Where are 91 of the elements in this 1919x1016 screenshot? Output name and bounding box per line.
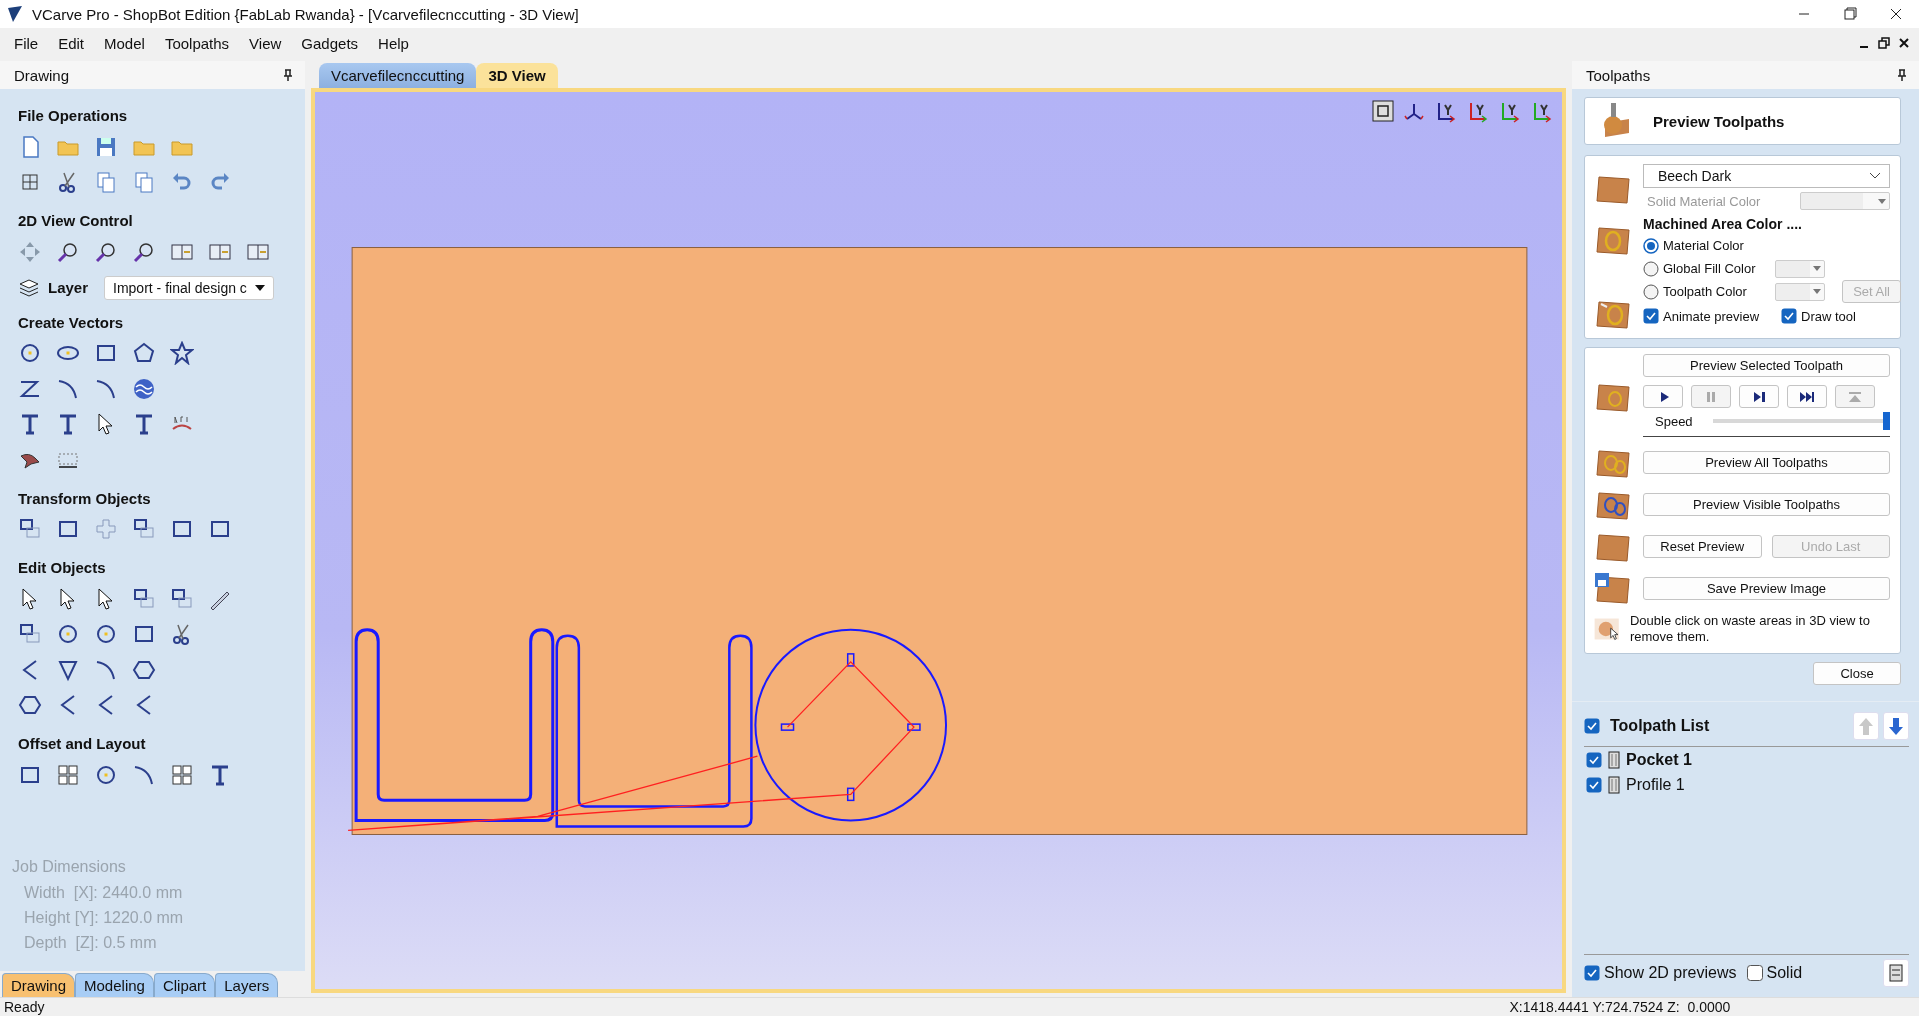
preview-selected-button[interactable]: Preview Selected Toolpath: [1643, 354, 1890, 377]
squares-icon[interactable]: [132, 586, 156, 611]
dropdown-arrow-icon: [1813, 266, 1821, 271]
layer-label: Layer: [48, 279, 89, 296]
section-title: Edit Objects: [18, 559, 107, 576]
radio-label[interactable]: Toolpath Color: [1663, 284, 1747, 299]
wave-icon[interactable]: [132, 376, 156, 401]
preview-visible-button[interactable]: Preview Visible Toolpaths: [1643, 492, 1890, 516]
document-button[interactable]: [1883, 959, 1909, 987]
hint-text: Double click on waste areas in 3D view to remove them.: [1630, 613, 1871, 645]
radio-button[interactable]: [1643, 237, 1659, 254]
status-text: Ready: [4, 999, 45, 1015]
radio-button[interactable]: [1643, 283, 1659, 300]
section-title: Create Vectors: [18, 313, 125, 331]
document-tab[interactable]: 3D View: [476, 63, 558, 88]
color-dropdown[interactable]: [1775, 282, 1825, 301]
job-dimensions-title: Job Dimensions: [12, 858, 127, 876]
star-icon[interactable]: [170, 341, 194, 366]
job-dimension-text: Width [X]: 2440.0 mm: [24, 883, 184, 903]
list-title: Toolpath List: [1610, 717, 1710, 735]
panel-tab[interactable]: Clipart: [153, 973, 216, 997]
reset-preview-button[interactable]: Reset Preview: [1643, 534, 1762, 558]
menu-item[interactable]: Toolpaths: [154, 34, 240, 52]
radio-label[interactable]: Material Color: [1663, 238, 1744, 253]
cursor-coordinates: X:1418.4441 Y:724.7524 Z: 0.0000: [1509, 999, 1731, 1015]
checkbox-label[interactable]: Show 2D previews: [1604, 964, 1737, 982]
grid-icon[interactable]: [56, 762, 80, 787]
panel-tab[interactable]: Modeling: [75, 973, 154, 997]
grid-icon[interactable]: [170, 762, 194, 787]
pin-icon[interactable]: [283, 69, 293, 81]
tool-bit-icon: [1608, 775, 1620, 794]
step-button[interactable]: [1739, 385, 1779, 408]
dropdown-arrow-icon: [254, 284, 265, 291]
menu-item[interactable]: Model: [94, 34, 155, 52]
job-dimension-text: Depth [Z]: 0.5 mm: [24, 933, 158, 953]
checkbox-label[interactable]: Draw tool: [1801, 308, 1856, 324]
panel-tab[interactable]: Drawing: [2, 973, 76, 997]
document-icon: [1889, 964, 1903, 982]
panel-heading: Preview Toolpaths: [1653, 112, 1785, 130]
dropdown-arrow-icon: [1878, 198, 1886, 204]
checkbox-label[interactable]: Solid: [1766, 964, 1803, 982]
chevron-down-icon: [1869, 172, 1881, 180]
radio-label[interactable]: Global Fill Color: [1663, 261, 1756, 276]
preview-all-button[interactable]: Preview All Toolpaths: [1643, 450, 1890, 474]
section-title: Machined Area Color ....: [1643, 216, 1803, 232]
save-image-icon: [1593, 571, 1633, 605]
play-button[interactable]: [1643, 385, 1683, 408]
checkbox[interactable]: [1586, 751, 1602, 768]
menu-item[interactable]: View: [239, 34, 292, 52]
color-dropdown[interactable]: [1800, 192, 1890, 210]
window-title: VCarve Pro - ShopBot Edition {FabLab Rwanda} - [Vcarvefilecnccutting - 3D View]: [32, 5, 580, 23]
job-dimension-text: Height [Y]: 1220.0 mm: [24, 908, 185, 928]
layer-dropdown[interactable]: Import - final design c: [104, 275, 274, 300]
dropdown-arrow-icon: [1813, 289, 1821, 294]
tool-bit-icon: [1608, 750, 1620, 769]
toolpath-item[interactable]: Profile 1: [1626, 775, 1685, 794]
checkbox[interactable]: [1584, 718, 1600, 734]
menu-item[interactable]: File: [4, 34, 49, 52]
menu-item[interactable]: Help: [368, 34, 419, 52]
checkbox[interactable]: [1781, 308, 1797, 324]
section-title: File Operations: [18, 107, 129, 124]
panel-tab[interactable]: Layers: [215, 973, 279, 997]
section-title: Transform Objects: [18, 489, 152, 507]
end-button[interactable]: [1787, 385, 1827, 408]
solid-color-label: Solid Material Color: [1647, 193, 1761, 209]
menu-item[interactable]: Gadgets: [291, 34, 369, 52]
document-tab[interactable]: Vcarvefilecnccutting: [319, 63, 477, 88]
restore-icon[interactable]: [1877, 36, 1891, 50]
checkbox[interactable]: [1584, 965, 1600, 981]
speed-label: Speed: [1655, 413, 1693, 429]
panel-title: Drawing: [14, 66, 70, 84]
checkbox[interactable]: [1746, 965, 1763, 981]
radio-button[interactable]: [1643, 260, 1659, 277]
close-icon[interactable]: [1897, 36, 1911, 50]
pin-icon[interactable]: [1897, 69, 1907, 81]
section-title: Offset and Layout: [18, 735, 147, 752]
checkbox[interactable]: [1586, 776, 1602, 793]
save-preview-image-button[interactable]: Save Preview Image: [1643, 576, 1890, 600]
checkbox[interactable]: [1643, 308, 1659, 324]
section-title: 2D View Control: [18, 212, 134, 229]
app-logo-icon: [6, 5, 24, 23]
panel-title: Toolpaths: [1586, 66, 1651, 84]
menu-item[interactable]: Edit: [48, 34, 95, 52]
move-down-button[interactable]: [1883, 712, 1909, 740]
zoom-extents-icon[interactable]: [1372, 100, 1394, 122]
material-dropdown[interactable]: Beech Dark: [1643, 164, 1890, 188]
color-dropdown[interactable]: [1775, 259, 1825, 278]
close-button[interactable]: Close: [1813, 662, 1901, 685]
toolpath-item[interactable]: Pocket 1: [1626, 750, 1692, 769]
squares-icon[interactable]: [170, 586, 194, 611]
checkbox-label[interactable]: Animate preview: [1663, 308, 1760, 324]
